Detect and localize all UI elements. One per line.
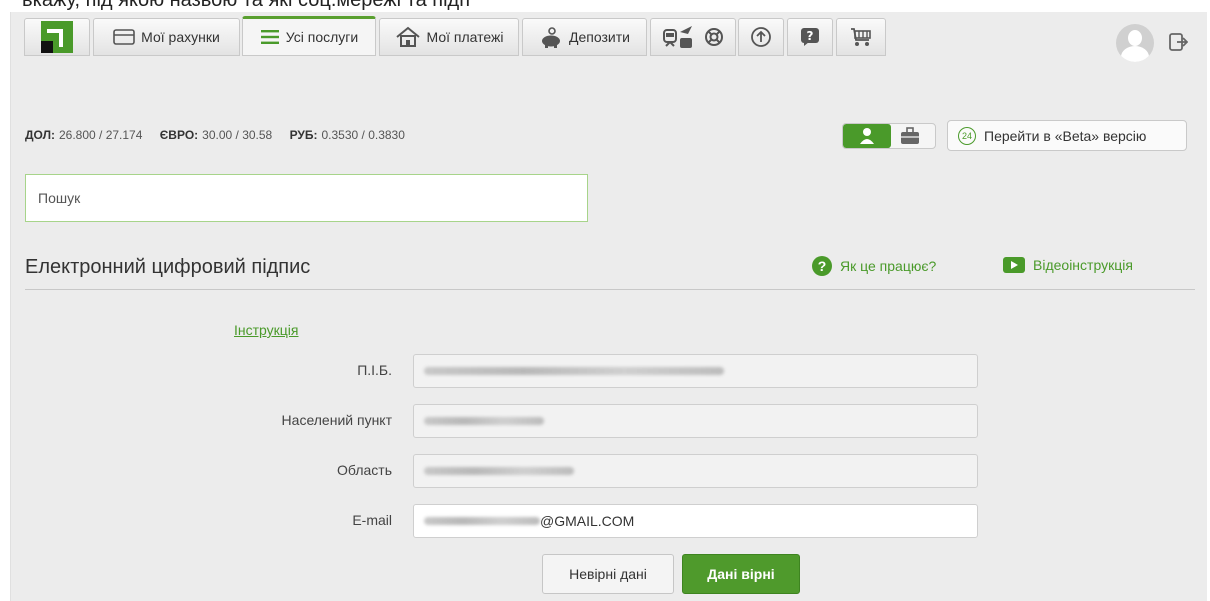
page-title: Електронний цифровий підпис [25,256,311,278]
account-type-toggle[interactable] [842,123,936,149]
tab-label: Мої платежі [426,29,504,45]
logout-icon[interactable] [1168,32,1188,52]
user-avatar[interactable] [1116,24,1154,62]
privatbank-logo-icon [41,21,73,53]
beta-version-button[interactable]: 24 Перейти в «Beta» версію [947,120,1187,151]
redacted-value [424,467,574,475]
email-domain: @GMAIL.COM [540,513,635,529]
email-label: E-mail [352,512,392,528]
how-it-works-link[interactable]: ? Як це працює? [812,256,936,276]
full-name-field[interactable] [413,354,978,388]
tab-deposits[interactable]: Депозити [522,18,647,56]
rub-label: РУБ: [289,128,318,142]
card-icon [113,29,135,45]
redacted-value [424,367,724,375]
city-field[interactable] [413,404,978,438]
rub-rate: 0.3530 / 0.3830 [321,128,405,142]
question-chat-icon: ? [801,28,819,46]
person-icon [860,128,874,144]
tab-label: Усі послуги [285,29,359,45]
personal-account-option[interactable] [843,124,891,148]
region-field[interactable] [413,454,978,488]
video-instruction-label: Відеоінструкція [1033,257,1133,273]
email-field[interactable]: @GMAIL.COM [413,504,978,538]
tab-transfer[interactable] [738,18,784,56]
top-text-strip: вкажу, під якою назвою та які соц.мережі… [0,0,1210,12]
tab-my-payments[interactable]: Мої платежі [379,18,519,56]
cart-icon [851,28,871,46]
tab-label: Депозити [569,29,630,45]
house-icon [395,26,420,47]
eur-label: ЄВРО: [159,128,199,142]
circle-arrow-icon [751,27,771,47]
piggy-bank-icon [542,27,561,48]
tab-shop[interactable] [836,18,886,56]
tab-label: Мої рахунки [141,29,220,45]
how-it-works-label: Як це працює? [840,258,937,274]
instruction-link[interactable]: Інструкція [234,322,299,338]
list-icon [260,30,279,44]
beta-badge: 24 [958,126,976,145]
usd-rate: 26.800 / 27.174 [59,128,143,142]
question-icon: ? [812,256,832,276]
tab-all-services[interactable]: Усі послуги [242,16,376,56]
beta-label: Перейти в «Beta» версію [984,127,1147,144]
usd-label: ДОЛ: [25,128,55,142]
tab-travel-insurance[interactable] [650,18,736,56]
data-correct-button[interactable]: Дані вірні [682,554,800,594]
tab-my-accounts[interactable]: Мої рахунки [93,18,240,56]
eur-rate: 30.00 / 30.58 [202,128,273,142]
briefcase-icon[interactable] [899,127,921,145]
tab-home-logo[interactable] [24,18,90,56]
region-label: Область [337,462,392,478]
redacted-value [424,417,544,425]
currency-rates: ДОЛ: 26.800 / 27.174 ЄВРО: 30.00 / 30.58 Р… [25,128,405,142]
tab-help[interactable]: ? [787,18,833,56]
city-label: Населений пункт [281,412,392,428]
train-plane-icon [663,26,692,48]
play-icon [1003,257,1025,273]
full-name-label: П.І.Б. [357,362,392,378]
video-instruction-link[interactable]: Відеоінструкція [1003,257,1133,273]
svg-text:?: ? [807,29,814,43]
top-strip-text: вкажу, під якою назвою та які соц.мережі… [22,0,471,11]
wrong-data-button[interactable]: Невірні дані [542,554,674,594]
search-input[interactable] [25,174,588,222]
redacted-value [424,517,540,525]
lifebuoy-icon [705,28,723,46]
section-divider [25,289,1195,290]
